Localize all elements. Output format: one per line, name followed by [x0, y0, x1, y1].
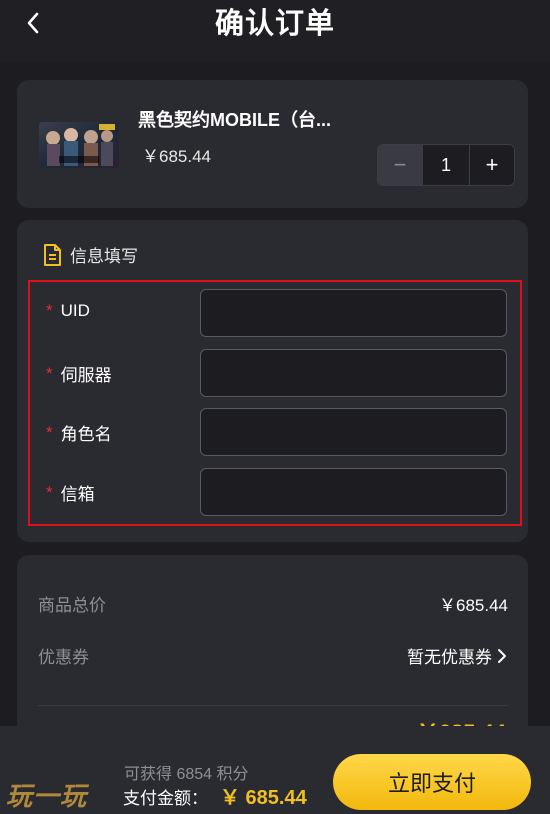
- required-mark: *: [46, 482, 53, 502]
- product-name: 黑色契约MOBILE（台...: [138, 110, 331, 130]
- price-summary-card: 商品总价 ￥685.44 优惠券 暂无优惠券 ￥685.44: [17, 555, 528, 755]
- pay-amount-value: ￥ 685.44: [220, 787, 307, 809]
- quantity-stepper: − 1 +: [377, 144, 515, 186]
- product-card: 黑色契约MOBILE（台... ￥685.44 − 1 +: [17, 80, 528, 208]
- uid-input[interactable]: [200, 289, 507, 337]
- checkout-bar: 玩一玩 可获得 6854 积分 支付金额： ￥ 685.44 立即支付: [0, 726, 550, 814]
- back-button[interactable]: [18, 8, 48, 38]
- pay-amount-label: 支付金额：: [123, 789, 208, 808]
- required-mark: *: [46, 422, 53, 442]
- coupon-row[interactable]: 优惠券 暂无优惠券: [38, 643, 508, 668]
- server-input[interactable]: [200, 349, 507, 397]
- form-row-server: * 伺服器: [30, 349, 520, 397]
- coupon-selector[interactable]: 暂无优惠券: [407, 643, 508, 668]
- page-title: 确认订单: [214, 8, 335, 40]
- uid-label: * UID: [46, 301, 90, 320]
- form-row-uid: * UID: [30, 289, 520, 337]
- quantity-value[interactable]: 1: [422, 145, 470, 185]
- info-section-title: 信息填写: [70, 247, 138, 266]
- total-price-row: 商品总价 ￥685.44: [38, 591, 508, 616]
- character-name-input[interactable]: [200, 408, 507, 456]
- watermark-logo: 玩一玩: [6, 781, 88, 811]
- increase-quantity-button[interactable]: +: [470, 145, 514, 185]
- total-price-value: ￥685.44: [439, 596, 508, 615]
- header: 确认订单: [0, 0, 550, 62]
- pay-now-button[interactable]: 立即支付: [333, 754, 531, 810]
- coupon-value: 暂无优惠券: [407, 648, 492, 667]
- info-section-header: 信息填写: [42, 242, 138, 267]
- character-name-label: * 角色名: [46, 422, 112, 445]
- product-thumbnail[interactable]: [39, 122, 119, 168]
- total-price-label: 商品总价: [38, 596, 106, 615]
- server-label: * 伺服器: [46, 363, 112, 386]
- email-label: * 信箱: [46, 482, 95, 505]
- document-icon: [44, 243, 61, 266]
- info-form-card: 信息填写 * UID * 伺服器 * 角色名 * 信箱: [17, 220, 528, 542]
- form-row-character-name: * 角色名: [30, 408, 520, 456]
- chevron-left-icon: [27, 12, 39, 34]
- divider: [38, 705, 508, 706]
- coupon-label: 优惠券: [38, 648, 89, 667]
- required-mark: *: [46, 301, 53, 320]
- product-price: ￥685.44: [142, 147, 211, 166]
- info-form: * UID * 伺服器 * 角色名 * 信箱: [28, 280, 522, 526]
- form-row-email: * 信箱: [30, 468, 520, 516]
- email-input[interactable]: [200, 468, 507, 516]
- decrease-quantity-button[interactable]: −: [378, 145, 422, 185]
- required-mark: *: [46, 363, 53, 383]
- chevron-right-icon: [498, 648, 506, 663]
